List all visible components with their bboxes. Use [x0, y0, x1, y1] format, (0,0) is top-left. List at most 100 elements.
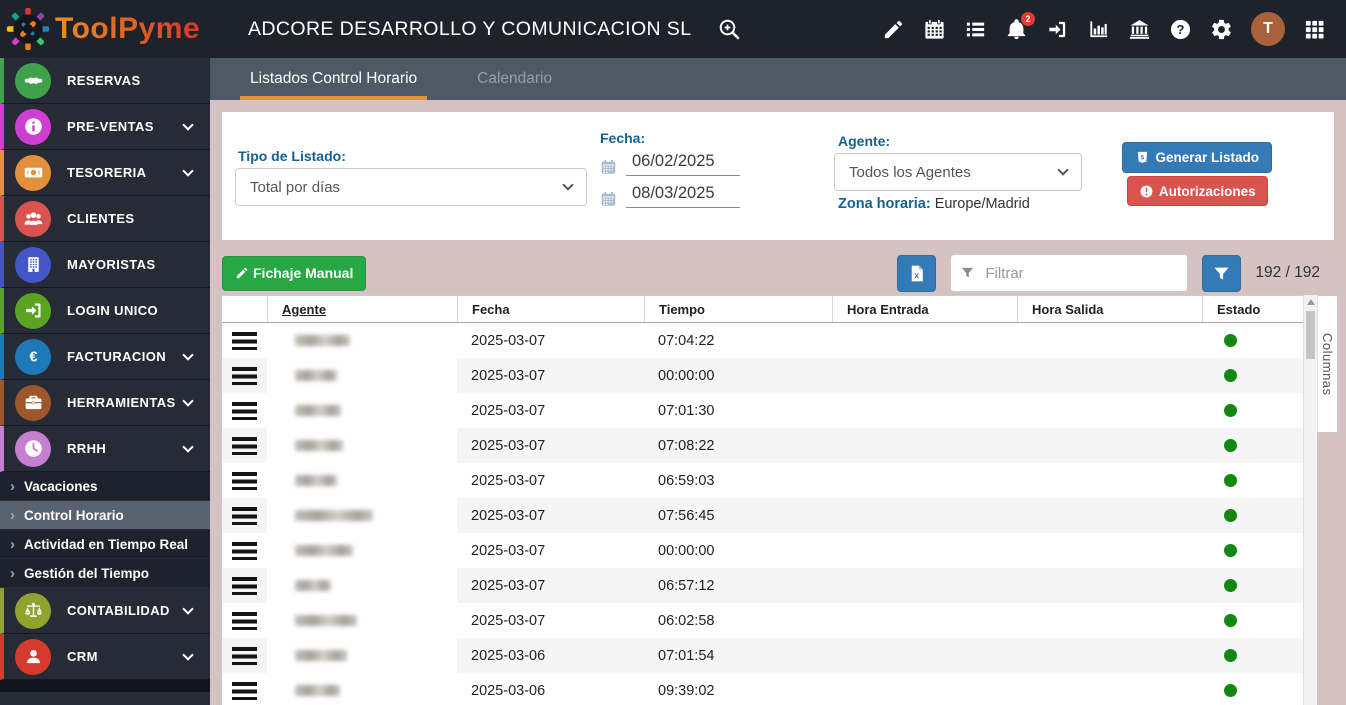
hora-entrada-cell — [832, 568, 1017, 603]
submenu-item-label: Control Horario — [24, 507, 124, 523]
table-row[interactable]: 2025-03-06 07:01:54 — [222, 638, 1303, 673]
row-menu-icon[interactable] — [232, 681, 257, 700]
column-header-fecha[interactable]: Fecha — [457, 296, 644, 322]
sidebar-item-pre-ventas[interactable]: PRE-VENTAS — [0, 104, 210, 150]
sidebar-item-contabilidad[interactable]: CONTABILIDAD — [0, 588, 210, 634]
column-header-agente[interactable]: Agente — [267, 296, 457, 322]
sidebar-item-crm[interactable]: CRM — [0, 634, 210, 680]
sidebar-item-label: CLIENTES — [67, 211, 135, 226]
sidebar-subitem-vacaciones[interactable]: › Vacaciones — [0, 472, 210, 501]
table-row[interactable]: 2025-03-07 06:57:12 — [222, 568, 1303, 603]
calendar-icon — [600, 158, 617, 176]
hora-entrada-cell — [832, 323, 1017, 358]
columnas-tab[interactable]: Columnas — [1317, 295, 1338, 433]
generar-listado-button[interactable]: 5 Generar Listado — [1122, 142, 1272, 173]
hora-entrada-cell — [832, 603, 1017, 638]
table-row[interactable]: 2025-03-07 00:00:00 — [222, 533, 1303, 568]
row-menu-icon[interactable] — [232, 401, 257, 420]
help-icon[interactable]: ? — [1169, 18, 1192, 41]
table-row[interactable]: 2025-03-06 09:39:02 — [222, 673, 1303, 705]
estado-dot — [1224, 474, 1237, 487]
column-header-hora-entrada[interactable]: Hora Entrada — [832, 296, 1017, 322]
app-logo[interactable]: ToolPyme — [0, 7, 212, 51]
calendar-icon[interactable] — [923, 18, 946, 41]
fecha-hasta-value[interactable]: 08/03/2025 — [626, 184, 740, 208]
sign-in-icon[interactable] — [1046, 18, 1069, 41]
main-area: Listados Control Horario Calendario Tipo… — [210, 58, 1346, 705]
table-row[interactable]: 2025-03-07 07:01:30 — [222, 393, 1303, 428]
row-menu-icon[interactable] — [232, 611, 257, 630]
row-menu-icon[interactable] — [232, 646, 257, 665]
column-header-tiempo[interactable]: Tiempo — [644, 296, 832, 322]
sidebar-item-label: RRHH — [67, 441, 107, 456]
user-avatar[interactable]: T — [1251, 12, 1285, 46]
row-menu-icon[interactable] — [232, 541, 257, 560]
scrollbar-thumb[interactable] — [1306, 311, 1315, 359]
sidebar-subitem-gestion-del-tiempo[interactable]: › Gestión del Tiempo — [0, 559, 210, 588]
table-row[interactable]: 2025-03-07 06:02:58 — [222, 603, 1303, 638]
sidebar-item-login-unico[interactable]: LOGIN UNICO — [0, 288, 210, 334]
fecha-cell: 2025-03-07 — [471, 542, 546, 559]
bar-chart-icon[interactable] — [1087, 18, 1110, 41]
apps-grid-icon[interactable] — [1303, 18, 1326, 41]
sidebar-item-tesoreria[interactable]: TESORERIA — [0, 150, 210, 196]
pencil-icon[interactable] — [882, 18, 905, 41]
column-header-hora-salida[interactable]: Hora Salida — [1017, 296, 1202, 322]
tipo-listado-select[interactable]: Total por días — [235, 168, 587, 206]
sidebar-item-clientes[interactable]: CLIENTES — [0, 196, 210, 242]
fecha-hasta-field[interactable]: 08/03/2025 — [600, 184, 740, 208]
sidebar-item-herramientas[interactable]: HERRAMIENTAS — [0, 380, 210, 426]
sidebar-item-facturacion[interactable]: € FACTURACION — [0, 334, 210, 380]
fecha-desde-field[interactable]: 06/02/2025 — [600, 152, 740, 176]
hora-salida-cell — [1017, 533, 1202, 568]
row-count: 192 / 192 — [1255, 264, 1320, 281]
fichaje-manual-button[interactable]: Fichaje Manual — [222, 255, 367, 291]
column-header-estado[interactable]: Estado — [1202, 296, 1303, 322]
list-icon[interactable] — [964, 18, 987, 41]
table-row[interactable]: 2025-03-07 07:56:45 — [222, 498, 1303, 533]
fecha-desde-value[interactable]: 06/02/2025 — [626, 152, 740, 176]
redacted-agent-name — [295, 510, 373, 521]
hora-entrada-cell — [832, 428, 1017, 463]
bank-icon[interactable] — [1128, 18, 1151, 41]
chevron-right-icon: › — [10, 506, 15, 524]
fecha-cell: 2025-03-07 — [471, 332, 546, 349]
row-menu-icon[interactable] — [232, 331, 257, 350]
tiempo-cell: 07:08:22 — [644, 428, 832, 463]
autorizaciones-button[interactable]: Autorizaciones — [1126, 176, 1268, 206]
row-menu-icon[interactable] — [232, 366, 257, 385]
filter-input[interactable] — [950, 254, 1189, 292]
sidebar-item-rrhh[interactable]: RRHH — [0, 426, 210, 472]
row-menu-icon[interactable] — [232, 471, 257, 490]
bell-icon[interactable]: 2 — [1005, 11, 1035, 41]
table-row[interactable]: 2025-03-07 07:04:22 — [222, 323, 1303, 358]
building-icon — [15, 246, 51, 283]
action-buttons: 5 Generar Listado Autorizaciones — [1122, 142, 1272, 206]
row-menu-icon[interactable] — [232, 576, 257, 595]
agente-select[interactable]: Todos los Agentes — [834, 153, 1082, 191]
estado-cell — [1202, 498, 1303, 533]
table-row[interactable]: 2025-03-07 07:08:22 — [222, 428, 1303, 463]
row-menu-icon[interactable] — [232, 436, 257, 455]
sidebar-item-reservas[interactable]: RESERVAS — [0, 58, 210, 104]
tiempo-cell: 00:00:00 — [658, 542, 715, 559]
scroll-up-arrow-icon[interactable] — [1307, 299, 1315, 305]
sidebar-subitem-control-horario[interactable]: › Control Horario — [0, 501, 210, 530]
table-scrollbar[interactable] — [1303, 295, 1317, 705]
table-row[interactable]: 2025-03-07 00:00:00 — [222, 358, 1303, 393]
sidebar-item-mayoristas[interactable]: MAYORISTAS — [0, 242, 210, 288]
apply-filter-button[interactable] — [1202, 254, 1242, 292]
sidebar-subitem-actividad-en-tiempo-real[interactable]: › Actividad en Tiempo Real — [0, 530, 210, 559]
hora-salida-cell — [1017, 393, 1202, 428]
table-row[interactable]: 2025-03-07 06:59:03 — [222, 463, 1303, 498]
search-plus-icon[interactable] — [717, 17, 741, 41]
export-excel-button[interactable]: x — [897, 254, 937, 292]
svg-text:?: ? — [1177, 22, 1185, 37]
submenu-item-label: Vacaciones — [24, 478, 98, 494]
tab-listados-control-horario[interactable]: Listados Control Horario — [240, 58, 428, 100]
toolpyme-gear-icon — [6, 7, 50, 51]
agente-cell — [267, 498, 457, 533]
tab-calendario[interactable]: Calendario — [467, 58, 562, 100]
gear-icon[interactable] — [1210, 18, 1233, 41]
row-menu-icon[interactable] — [232, 506, 257, 525]
